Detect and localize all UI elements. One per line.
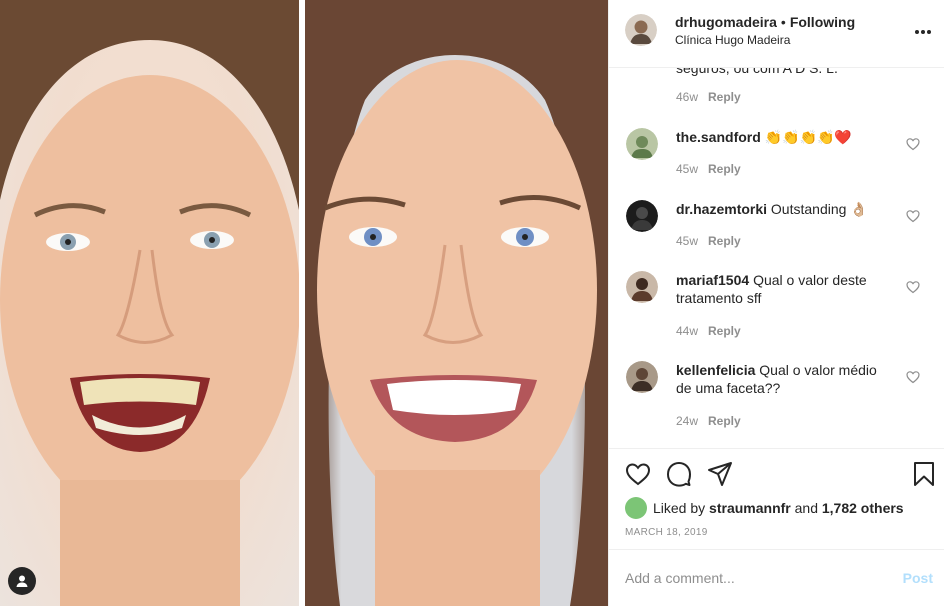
add-comment-bar: Post bbox=[609, 549, 944, 606]
commenter-username[interactable]: kellenfelicia bbox=[676, 362, 755, 378]
bookmark-icon[interactable] bbox=[911, 461, 937, 487]
comment-icon[interactable] bbox=[666, 461, 692, 487]
before-photo bbox=[0, 0, 299, 606]
add-comment-input[interactable] bbox=[625, 570, 875, 586]
comment-like-heart-icon[interactable] bbox=[906, 280, 920, 294]
commenter-avatar[interactable] bbox=[626, 271, 658, 303]
comment-age: 45w bbox=[676, 162, 699, 176]
commenter-username[interactable]: the.sandford bbox=[676, 129, 761, 145]
comment-meta: 45w Reply bbox=[676, 162, 741, 176]
comment-age: 46w bbox=[676, 90, 699, 104]
post-side-panel: drhugomadeira • Following Clínica Hugo Mad… bbox=[608, 0, 944, 606]
comment-like-heart-icon[interactable] bbox=[906, 209, 920, 223]
after-photo bbox=[305, 0, 608, 606]
post-date: MARCH 18, 2019 bbox=[625, 527, 708, 538]
likes-user[interactable]: straumannfr bbox=[709, 500, 791, 516]
user-tag-icon bbox=[16, 575, 28, 587]
reply-button[interactable]: Reply bbox=[708, 234, 741, 248]
commenter-username[interactable]: mariaf1504 bbox=[676, 272, 749, 288]
comment-age: 24w bbox=[676, 414, 699, 428]
author-avatar[interactable] bbox=[625, 14, 657, 46]
reply-button[interactable]: Reply bbox=[708, 414, 741, 428]
comment-like-heart-icon[interactable] bbox=[906, 137, 920, 151]
liker-avatar bbox=[625, 497, 647, 519]
likes-prefix: Liked by bbox=[653, 500, 706, 516]
comment-text: kellenfelicia Qual o valor médio de uma … bbox=[676, 361, 896, 397]
before-face-illustration bbox=[0, 0, 299, 606]
likes-others[interactable]: 1,782 others bbox=[822, 500, 904, 516]
user-tag-button[interactable] bbox=[8, 567, 36, 595]
comment-text: the.sandford 👏👏👏👏❤️ bbox=[676, 128, 896, 146]
partial-comment-text: seguros, ou com A D S. L. bbox=[676, 68, 838, 76]
comment-age: 44w bbox=[676, 324, 699, 338]
author-line: drhugomadeira • Following bbox=[675, 14, 855, 30]
comment-meta: 46w Reply bbox=[676, 90, 741, 104]
post-comment-button[interactable]: Post bbox=[903, 570, 933, 586]
comment-meta: 24w Reply bbox=[676, 414, 741, 428]
commenter-avatar[interactable] bbox=[626, 361, 658, 393]
reply-button[interactable]: Reply bbox=[708, 324, 741, 338]
post-actions: Liked by straumannfr and 1,782 others MA… bbox=[609, 448, 944, 548]
comment-body: 👏👏👏👏❤️ bbox=[764, 129, 852, 145]
more-options-icon[interactable] bbox=[913, 22, 933, 42]
follow-status-button[interactable]: Following bbox=[790, 14, 855, 30]
comment-text: dr.hazemtorki Outstanding 👌🏼 bbox=[676, 200, 896, 218]
comments-list[interactable]: seguros, ou com A D S. L. 46w Reply the.s… bbox=[609, 68, 944, 448]
likes-and: and bbox=[794, 500, 818, 516]
after-face-illustration bbox=[305, 0, 608, 606]
commenter-username[interactable]: dr.hazemtorki bbox=[676, 201, 767, 217]
reply-button[interactable]: Reply bbox=[708, 162, 741, 176]
post-header: drhugomadeira • Following Clínica Hugo Mad… bbox=[609, 0, 944, 68]
comment-meta: 44w Reply bbox=[676, 324, 741, 338]
comment-like-heart-icon[interactable] bbox=[906, 370, 920, 384]
comment-body: Outstanding 👌🏼 bbox=[770, 201, 868, 217]
reply-button[interactable]: Reply bbox=[708, 90, 741, 104]
commenter-avatar[interactable] bbox=[626, 200, 658, 232]
post-media[interactable] bbox=[0, 0, 608, 606]
author-username[interactable]: drhugomadeira bbox=[675, 14, 777, 30]
likes-summary[interactable]: Liked by straumannfr and 1,782 others bbox=[625, 497, 904, 519]
share-icon[interactable] bbox=[707, 461, 733, 487]
comment-text: mariaf1504 Qual o valor deste tratamento… bbox=[676, 271, 896, 307]
comment-age: 45w bbox=[676, 234, 699, 248]
comment-meta: 45w Reply bbox=[676, 234, 741, 248]
separator-dot: • bbox=[780, 14, 786, 30]
commenter-avatar[interactable] bbox=[626, 128, 658, 160]
heart-icon[interactable] bbox=[625, 461, 651, 487]
post-location[interactable]: Clínica Hugo Madeira bbox=[675, 33, 790, 47]
